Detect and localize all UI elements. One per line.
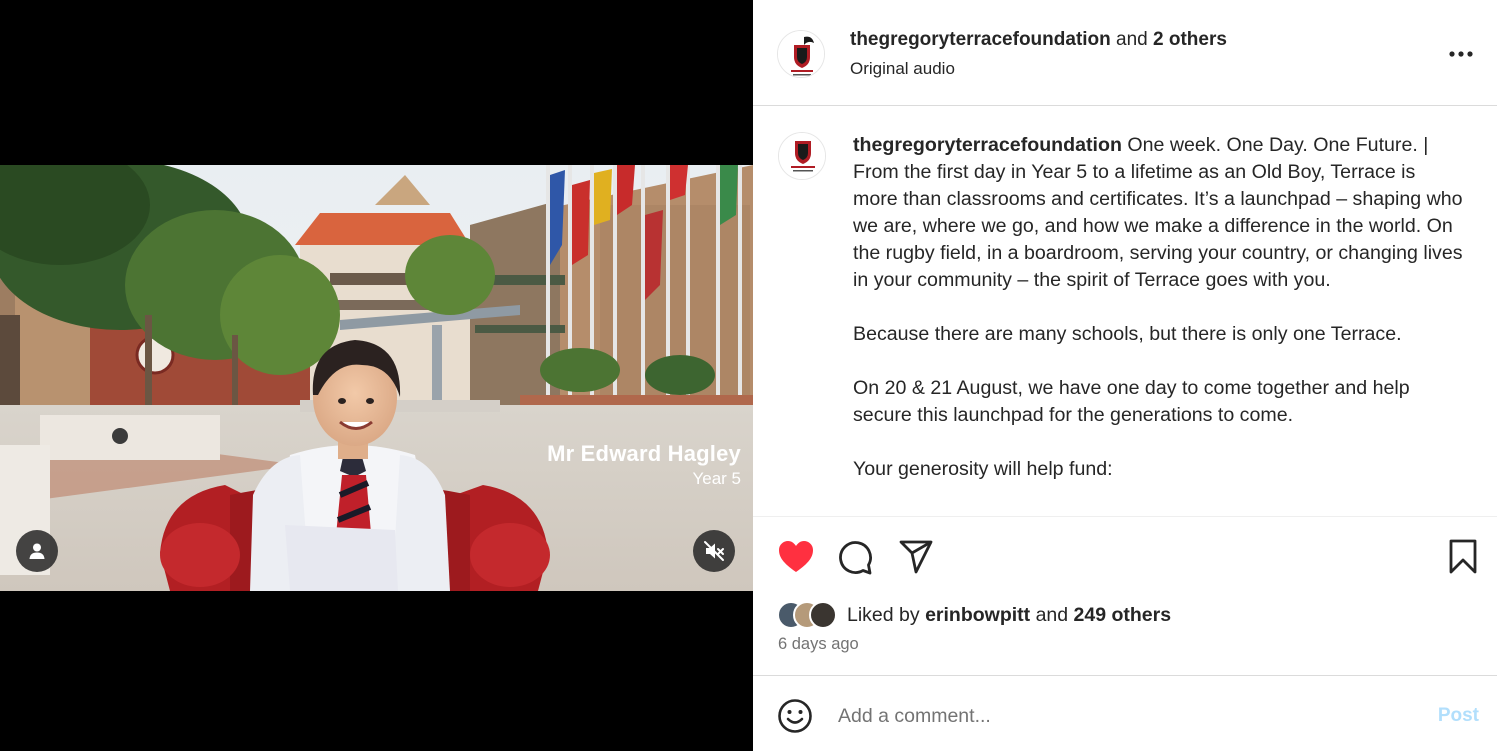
liker-username[interactable]: erinbowpitt — [925, 604, 1030, 626]
caption-paragraph: thegregoryterracefoundation One week. On… — [853, 132, 1463, 294]
caption-paragraph: Because there are many schools, but ther… — [853, 323, 1402, 345]
lower-third-name: Mr Edward Hagley — [547, 441, 741, 466]
caption-text: One week. One Day. One Future. | From th… — [853, 134, 1463, 291]
post-details-panel: thegregoryterracefoundation and 2 others… — [753, 0, 1497, 751]
post-actions: Liked by erinbowpitt and 249 others 6 da… — [753, 516, 1497, 676]
comment-input[interactable] — [838, 701, 1398, 731]
caption-author-avatar[interactable] — [778, 132, 826, 180]
author-connector: and — [1116, 29, 1148, 50]
caption-username[interactable]: thegregoryterracefoundation — [853, 134, 1122, 156]
save-button[interactable] — [1448, 539, 1478, 580]
liker-avatar — [809, 601, 837, 629]
heart-filled-icon — [779, 541, 813, 572]
likes-count[interactable]: 249 others — [1074, 604, 1172, 626]
caption-scroll-area[interactable]: thegregoryterracefoundation One week. On… — [753, 107, 1497, 516]
post-timestamp[interactable]: 6 days ago — [778, 635, 859, 654]
bookmark-icon — [1449, 539, 1477, 574]
author-avatar[interactable] — [777, 30, 825, 78]
post-header: thegregoryterracefoundation and 2 others… — [753, 0, 1497, 106]
muted-speaker-icon — [704, 541, 724, 561]
likes-text: Liked by erinbowpitt and 249 others — [847, 604, 1171, 627]
share-icon — [899, 540, 933, 574]
comment-button[interactable] — [837, 539, 873, 580]
foundation-logo — [779, 133, 825, 179]
video-frame — [0, 165, 753, 591]
like-button[interactable] — [777, 539, 815, 580]
caption-paragraph: Your generosity will help fund: — [853, 458, 1113, 480]
post-caption: thegregoryterracefoundation One week. On… — [853, 132, 1463, 483]
emoji-button[interactable] — [777, 698, 813, 739]
author-username[interactable]: thegregoryterracefoundation — [850, 29, 1111, 50]
author-line: thegregoryterracefoundation and 2 others — [850, 29, 1227, 51]
likes-summary[interactable]: Liked by erinbowpitt and 249 others — [777, 599, 1171, 631]
caption-paragraph: On 20 & 21 August, we have one day to co… — [853, 377, 1410, 426]
user-icon — [29, 543, 45, 559]
comment-icon — [839, 541, 872, 575]
share-button[interactable] — [898, 539, 934, 580]
comment-bar: Post — [753, 677, 1497, 751]
more-options-button[interactable] — [1449, 40, 1473, 60]
tagged-users-button[interactable] — [16, 530, 58, 572]
more-horizontal-icon — [1449, 51, 1473, 57]
foundation-logo — [778, 31, 824, 77]
likes-connector: and — [1035, 603, 1069, 626]
mute-toggle-button[interactable] — [693, 530, 735, 572]
smiley-icon — [778, 699, 812, 733]
media-pane: Mr Edward Hagley Year 5 — [0, 0, 753, 751]
post-comment-button[interactable]: Post — [1438, 705, 1479, 727]
instagram-post-view: Mr Edward Hagley Year 5 thegregoryterrac… — [0, 0, 1497, 751]
video-player[interactable]: Mr Edward Hagley Year 5 — [0, 165, 753, 591]
likes-prefix: Liked by — [847, 603, 920, 626]
lower-third-subtitle: Year 5 — [692, 469, 741, 488]
collaborators-link[interactable]: 2 others — [1153, 29, 1227, 50]
audio-link[interactable]: Original audio — [850, 59, 955, 79]
